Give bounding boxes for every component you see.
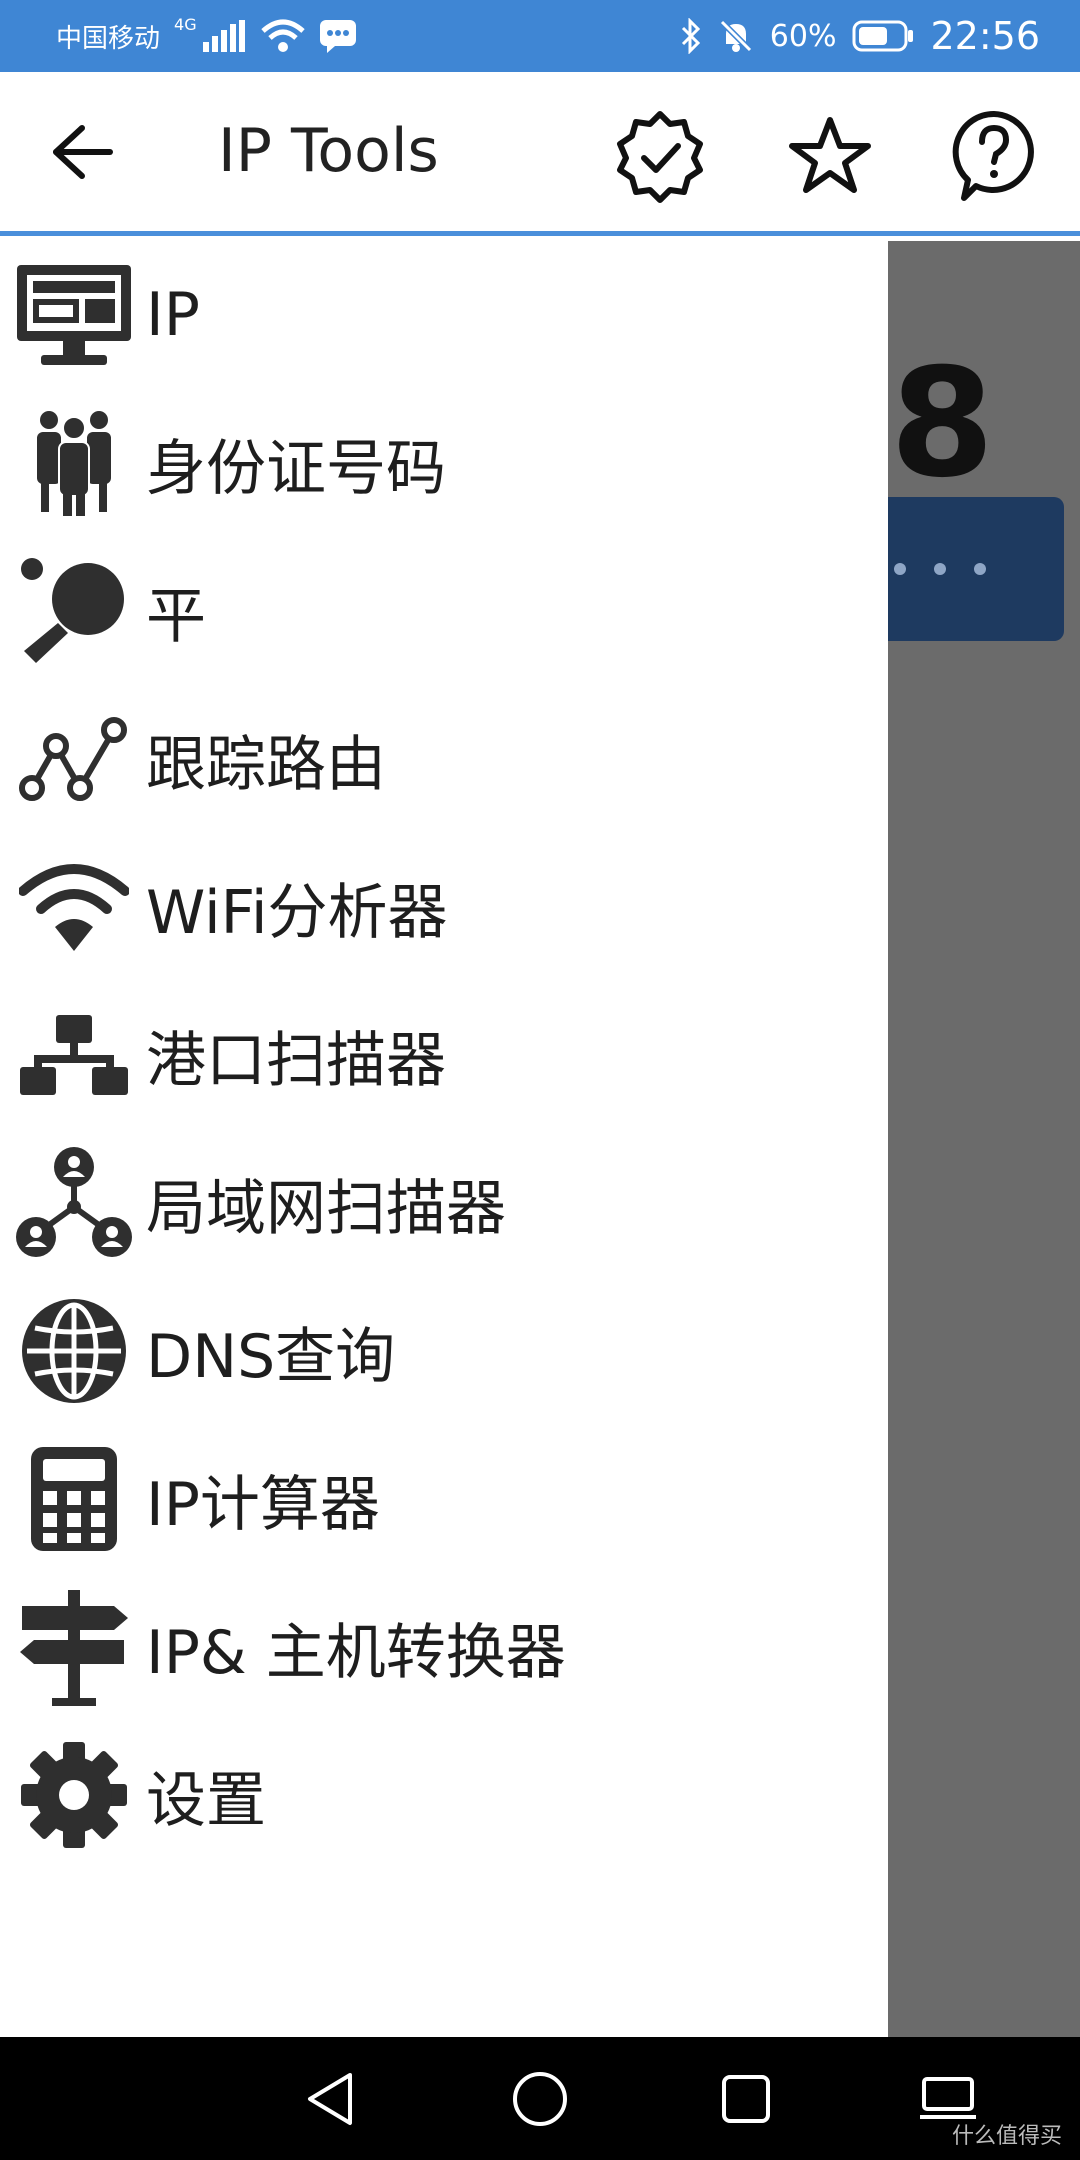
menu-item-label: 跟踪路由 bbox=[146, 729, 386, 800]
nav-home-icon[interactable] bbox=[510, 2069, 570, 2129]
calculator-icon bbox=[31, 1447, 117, 1551]
menu-item-label: DNS查询 bbox=[146, 1321, 396, 1392]
menu-item-ip[interactable]: IP bbox=[0, 241, 888, 389]
navigation-drawer: IP 身份证号码 平 跟踪路由 WiFi分析器 港口扫描器 局域网扫描器 DNS… bbox=[0, 241, 888, 2037]
gear-icon bbox=[21, 1742, 127, 1848]
menu-item-label: WiFi分析器 bbox=[146, 877, 448, 948]
star-icon[interactable] bbox=[788, 114, 872, 198]
wifi-status-icon bbox=[260, 19, 305, 52]
bluetooth-icon bbox=[681, 18, 700, 54]
battery-percent: 60% bbox=[769, 18, 837, 54]
menu-item-label: IP计算器 bbox=[146, 1469, 380, 1540]
ping-pong-icon bbox=[21, 558, 124, 663]
menu-item-traceroute[interactable]: 跟踪路由 bbox=[0, 685, 888, 833]
menu-item-ip-calculator[interactable]: IP计算器 bbox=[0, 1425, 888, 1573]
app-bar: IP Tools bbox=[0, 72, 1080, 236]
menu-item-label: 局域网扫描器 bbox=[146, 1173, 506, 1244]
menu-item-label: 身份证号码 bbox=[146, 433, 446, 504]
signpost-icon bbox=[20, 1590, 128, 1706]
menu-item-port-scanner[interactable]: 港口扫描器 bbox=[0, 981, 888, 1129]
menu-item-settings[interactable]: 设置 bbox=[0, 1721, 888, 1869]
nav-back-icon[interactable] bbox=[302, 2069, 362, 2129]
status-bar: 中国移动 4G 60% 22:56 bbox=[0, 0, 1080, 72]
network-diagram-icon bbox=[20, 1015, 128, 1095]
back-arrow-icon[interactable] bbox=[48, 122, 118, 182]
help-icon[interactable] bbox=[950, 108, 1038, 204]
globe-icon bbox=[22, 1299, 126, 1403]
lan-users-icon bbox=[16, 1147, 132, 1257]
mute-bell-icon bbox=[719, 19, 752, 53]
watermark: 什么值得买 bbox=[951, 2124, 1062, 2149]
battery-icon bbox=[852, 20, 914, 52]
network-type: 4G bbox=[174, 14, 197, 34]
menu-item-ping[interactable]: 平 bbox=[0, 537, 888, 685]
menu-item-label: 平 bbox=[146, 581, 206, 652]
carrier-label: 中国移动 bbox=[56, 23, 161, 54]
menu-item-host-converter[interactable]: IP& 主机转换器 bbox=[0, 1573, 888, 1721]
ip-address-display: 8 bbox=[890, 337, 995, 511]
menu-item-id-number[interactable]: 身份证号码 bbox=[0, 389, 888, 537]
menu-item-label: IP bbox=[146, 280, 200, 350]
menu-item-label: 设置 bbox=[146, 1765, 266, 1836]
menu-item-label: 港口扫描器 bbox=[146, 1025, 446, 1096]
nav-recents-icon[interactable] bbox=[716, 2069, 776, 2129]
menu-item-lan-scanner[interactable]: 局域网扫描器 bbox=[0, 1129, 888, 1277]
people-icon bbox=[37, 411, 111, 516]
verified-badge-icon[interactable] bbox=[612, 108, 708, 204]
menu-item-dns-lookup[interactable]: DNS查询 bbox=[0, 1277, 888, 1425]
menu-item-wifi-analyzer[interactable]: WiFi分析器 bbox=[0, 833, 888, 981]
message-icon bbox=[319, 20, 356, 53]
monitor-icon bbox=[17, 265, 131, 365]
route-icon bbox=[19, 717, 127, 801]
app-title: IP Tools bbox=[218, 116, 439, 186]
clock: 22:56 bbox=[930, 14, 1040, 58]
signal-icon bbox=[202, 20, 245, 52]
more-dots-icon bbox=[894, 563, 986, 575]
system-navigation-bar: 什么值得买 bbox=[0, 2037, 1080, 2160]
menu-item-label: IP& 主机转换器 bbox=[146, 1617, 566, 1688]
wifi-icon bbox=[19, 864, 129, 951]
